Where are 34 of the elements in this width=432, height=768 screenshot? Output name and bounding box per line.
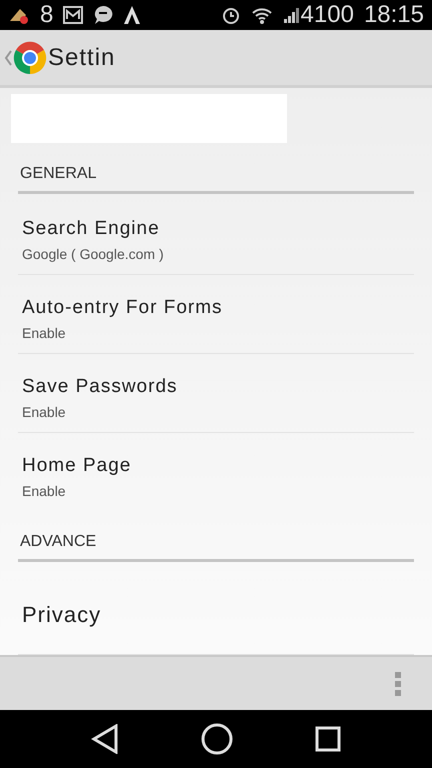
settings-item[interactable]: Search Engine Google ( Google.com ) [18,194,414,275]
setting-summary: Enable [22,325,66,341]
section-header: GENERAL [18,143,414,194]
recents-nav-button[interactable] [315,726,341,752]
section-header: ADVANCE [18,511,414,562]
signal-icon [282,6,301,24]
notification-count: 8 [40,3,54,27]
recents-square-icon [315,726,341,752]
chat-icon [93,5,114,25]
setting-title: Auto-entry For Forms [22,297,223,319]
settings-item[interactable]: Save Passwords Enable [18,354,414,433]
setting-summary: Google ( Google.com ) [22,246,164,262]
alarm-icon [220,5,241,25]
menu-icon [394,670,402,696]
setting-title: Privacy [22,602,102,628]
browser-logo-icon [12,40,48,76]
battery-level-text: 4100 [300,3,354,27]
back-nav-button[interactable] [91,724,119,754]
settings-item[interactable]: Auto-entry For Forms Enable [18,275,414,354]
home-circle-icon [201,723,233,755]
back-caret-icon [4,50,12,66]
setting-title: Save Passwords [22,376,178,398]
settings-item[interactable]: Home Page Enable [18,433,414,511]
triangle-icon [123,5,142,25]
setting-title: Home Page [22,455,132,477]
wifi-icon [250,6,273,24]
setting-summary: Enable [22,483,66,499]
home-nav-button[interactable] [201,723,233,755]
back-button[interactable] [4,40,48,76]
screen-title: Settin [48,44,116,72]
setting-summary: Enable [22,404,66,420]
back-triangle-icon [91,724,119,754]
setting-title: Search Engine [22,218,160,240]
clock-time: 18:15 [364,3,424,27]
